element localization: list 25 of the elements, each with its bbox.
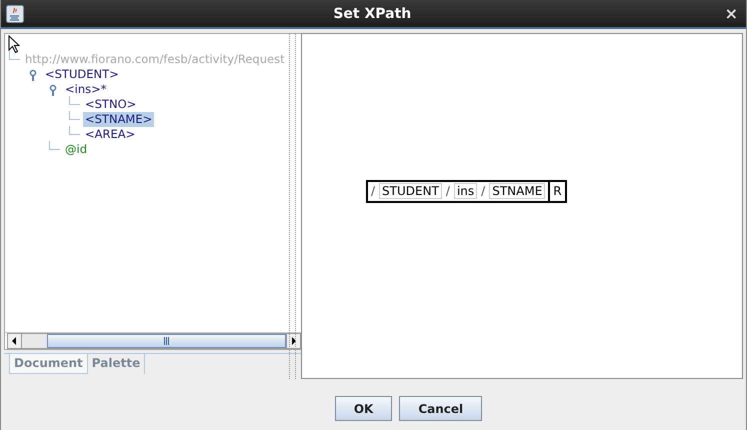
path-step[interactable]: STNAME	[489, 183, 546, 199]
window-title: Set XPath	[332, 6, 412, 22]
close-button[interactable]: ×	[720, 4, 742, 23]
xpath-suffix: R	[552, 182, 563, 200]
path-separator: /	[481, 184, 486, 198]
dialog-button[interactable]: Cancel	[399, 396, 482, 421]
tree-item[interactable]: <STNO>	[83, 97, 138, 112]
tree-item[interactable]: <STUDENT>	[43, 67, 121, 82]
collapse-handle-icon[interactable]	[29, 68, 39, 80]
tree-item[interactable]: @id	[63, 142, 89, 157]
scroll-left-icon[interactable]	[7, 332, 22, 348]
path-step[interactable]: ins	[454, 183, 478, 199]
tree-item[interactable]: <ins>*	[63, 82, 108, 97]
scrollbar-thumb[interactable]	[47, 334, 286, 348]
path-separator: /	[371, 184, 376, 198]
path-step[interactable]: STUDENT	[379, 183, 442, 199]
dialog-button[interactable]: OK	[334, 396, 392, 421]
tree-item[interactable]: <STNAME>	[83, 112, 154, 127]
tree-item[interactable]: <AREA>	[83, 127, 138, 142]
horizontal-scrollbar[interactable]	[5, 332, 303, 349]
scroll-right-icon[interactable]	[286, 332, 301, 348]
app-icon	[6, 4, 24, 22]
path-separator: /	[446, 184, 450, 198]
splitter-handle[interactable]	[289, 33, 299, 379]
collapse-handle-icon[interactable]	[49, 84, 59, 96]
